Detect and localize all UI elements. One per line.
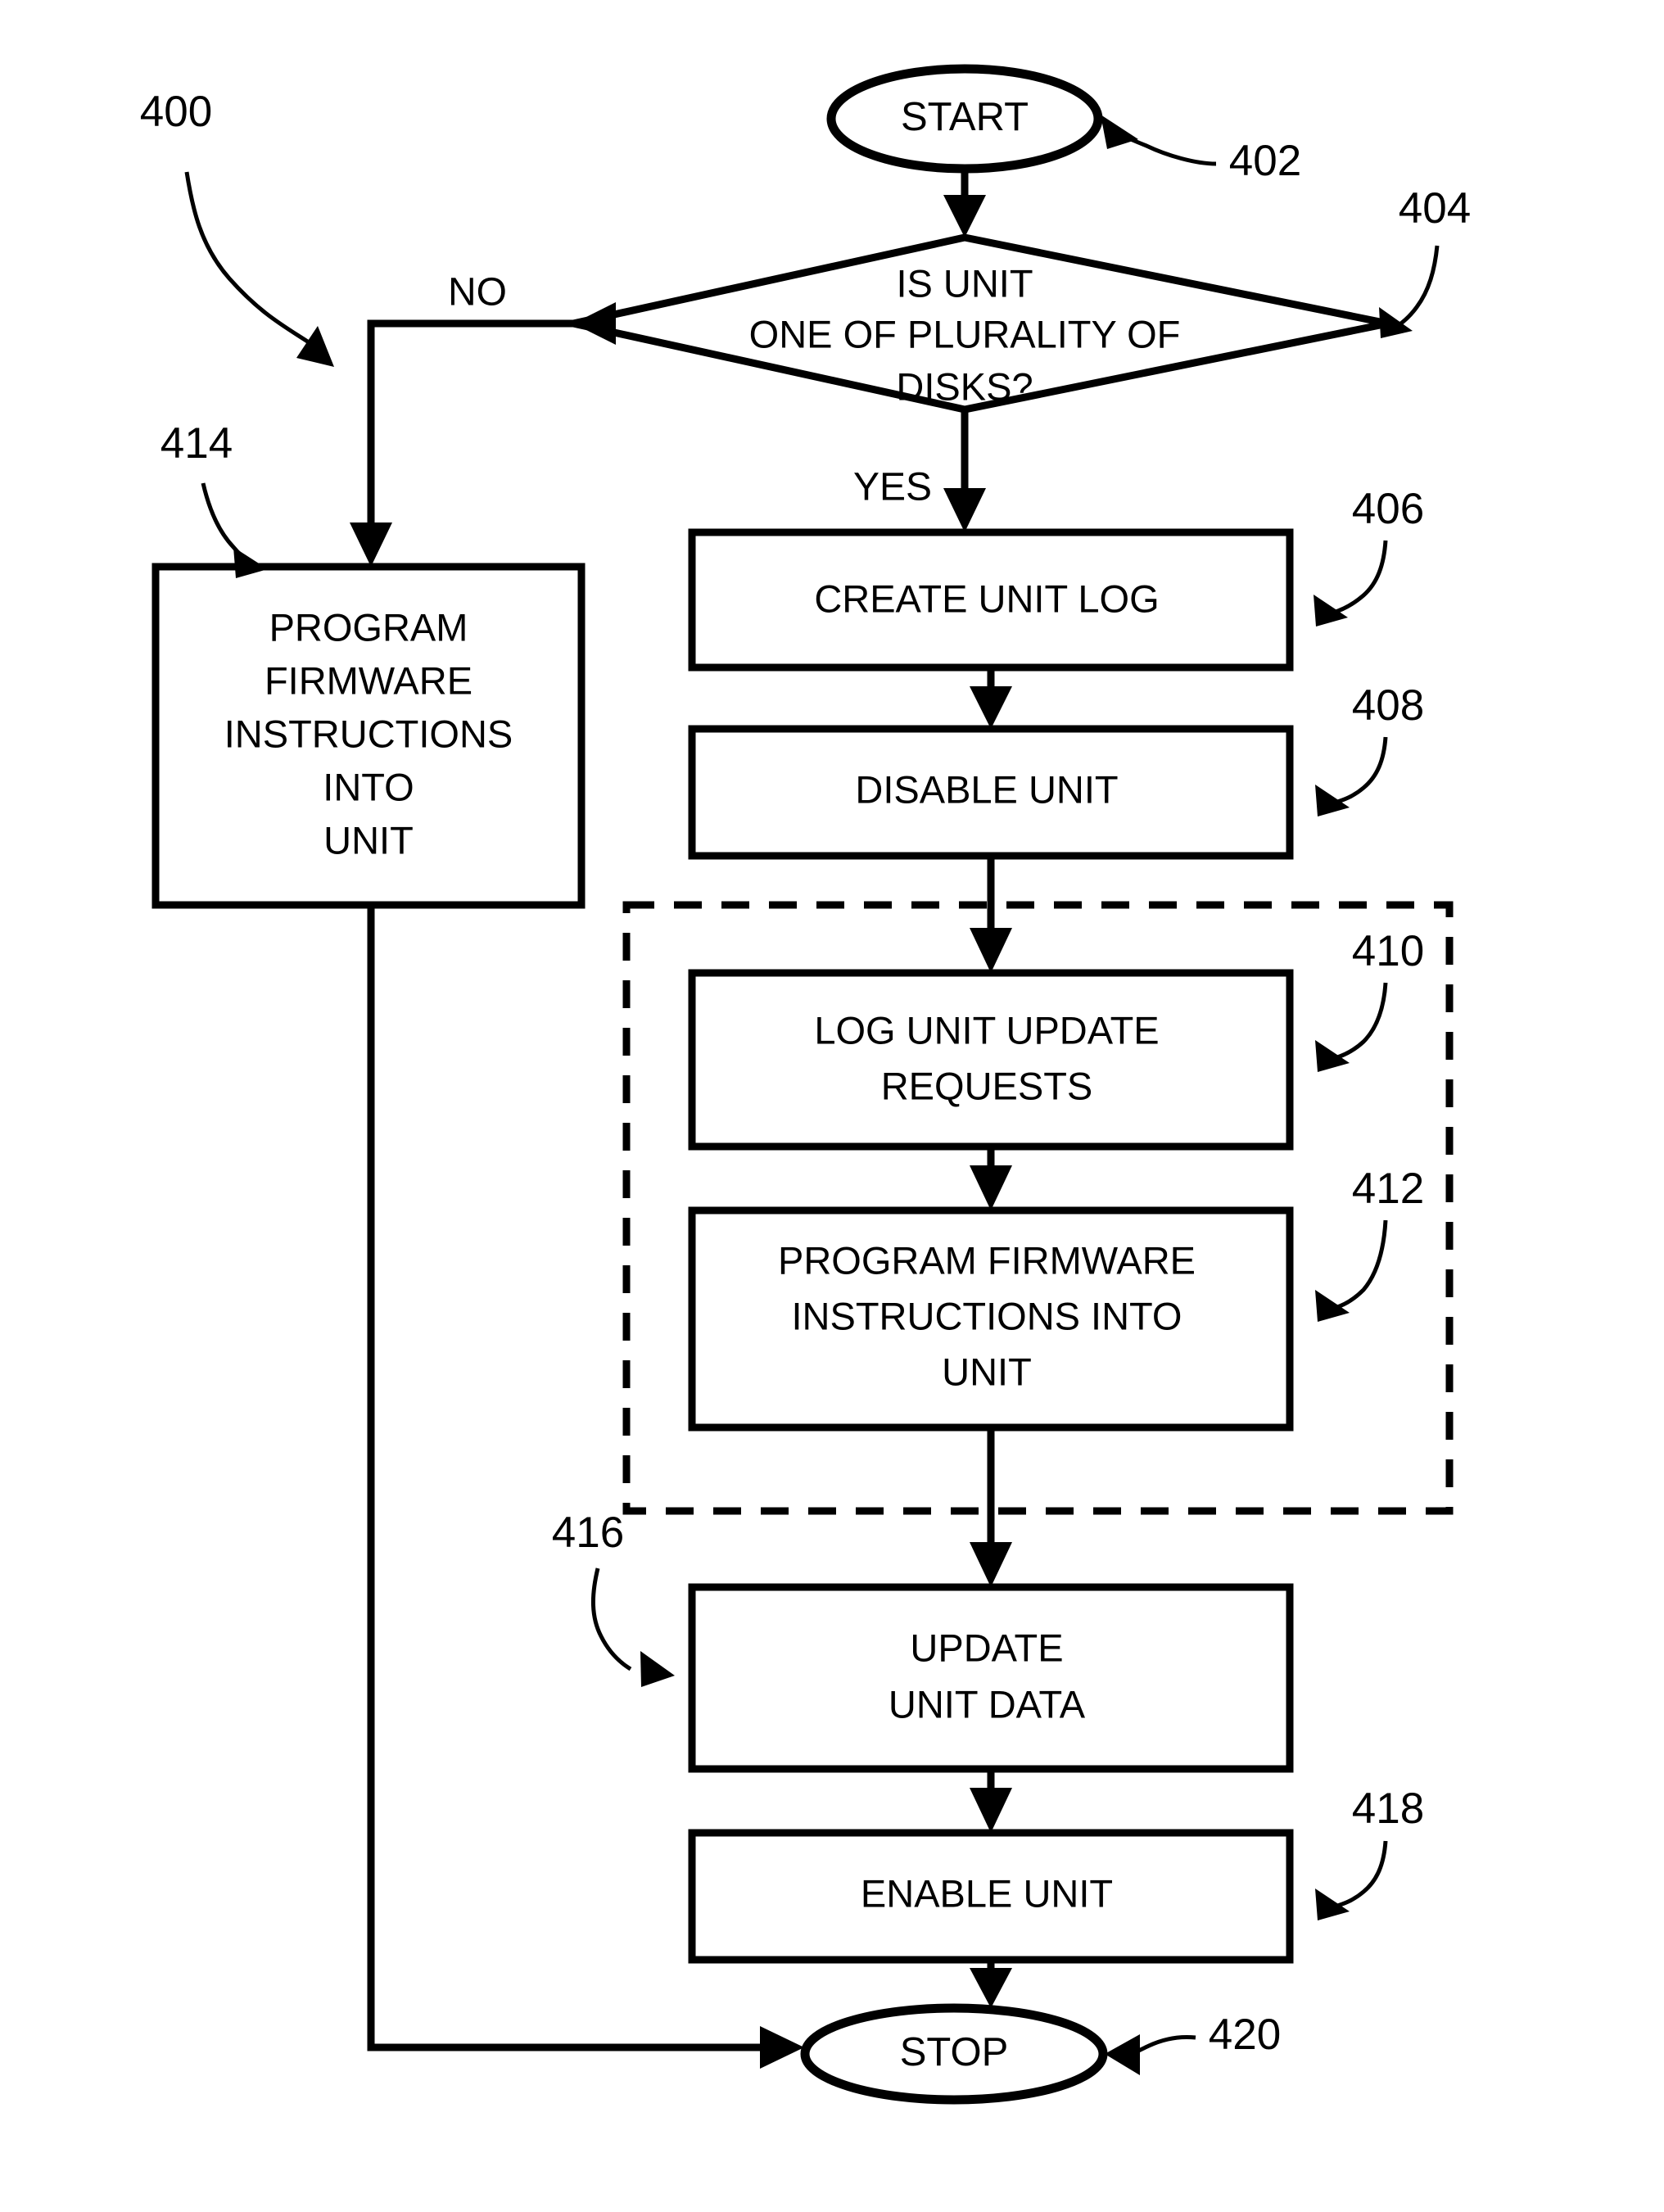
connector-408-to-410 xyxy=(970,856,1012,973)
process-box-410 xyxy=(688,969,1294,1151)
box-418-ref-leader xyxy=(1315,1840,1388,1920)
start-terminal xyxy=(826,64,1103,174)
stop-terminal xyxy=(800,2003,1108,2105)
box-410-ref-leader xyxy=(1315,982,1388,1072)
process-box-406 xyxy=(688,528,1294,672)
start-ref-402-leader xyxy=(1101,115,1217,166)
connector-start-to-decision xyxy=(943,169,986,237)
connector-yes-branch xyxy=(943,409,986,532)
connector-416-to-418 xyxy=(970,1769,1012,1833)
process-box-408 xyxy=(688,725,1294,860)
box-408-ref-leader xyxy=(1315,736,1388,816)
connector-406-to-408 xyxy=(970,667,1012,729)
connector-418-to-stop xyxy=(970,1960,1012,2008)
decision-diamond-is-unit-one-of-plurality-of-disks xyxy=(572,233,1389,414)
process-box-412 xyxy=(688,1206,1294,1432)
process-box-414 xyxy=(151,563,586,909)
connector-410-to-412 xyxy=(970,1147,1012,1210)
connector-no-branch xyxy=(350,302,616,567)
stop-ref-420-leader xyxy=(1105,2034,1196,2075)
patent-flowchart-figure: 400 START 402 IS UNIT ONE OF PLURALITY O… xyxy=(0,0,1664,2212)
process-box-418 xyxy=(688,1829,1294,1964)
box-416-ref-leader xyxy=(590,1567,675,1687)
box-406-ref-leader xyxy=(1314,540,1388,627)
figure-ref-400-leader xyxy=(184,171,334,367)
decision-ref-404-leader xyxy=(1379,245,1440,338)
process-box-416 xyxy=(688,1583,1294,1773)
box-412-ref-leader xyxy=(1315,1219,1388,1322)
